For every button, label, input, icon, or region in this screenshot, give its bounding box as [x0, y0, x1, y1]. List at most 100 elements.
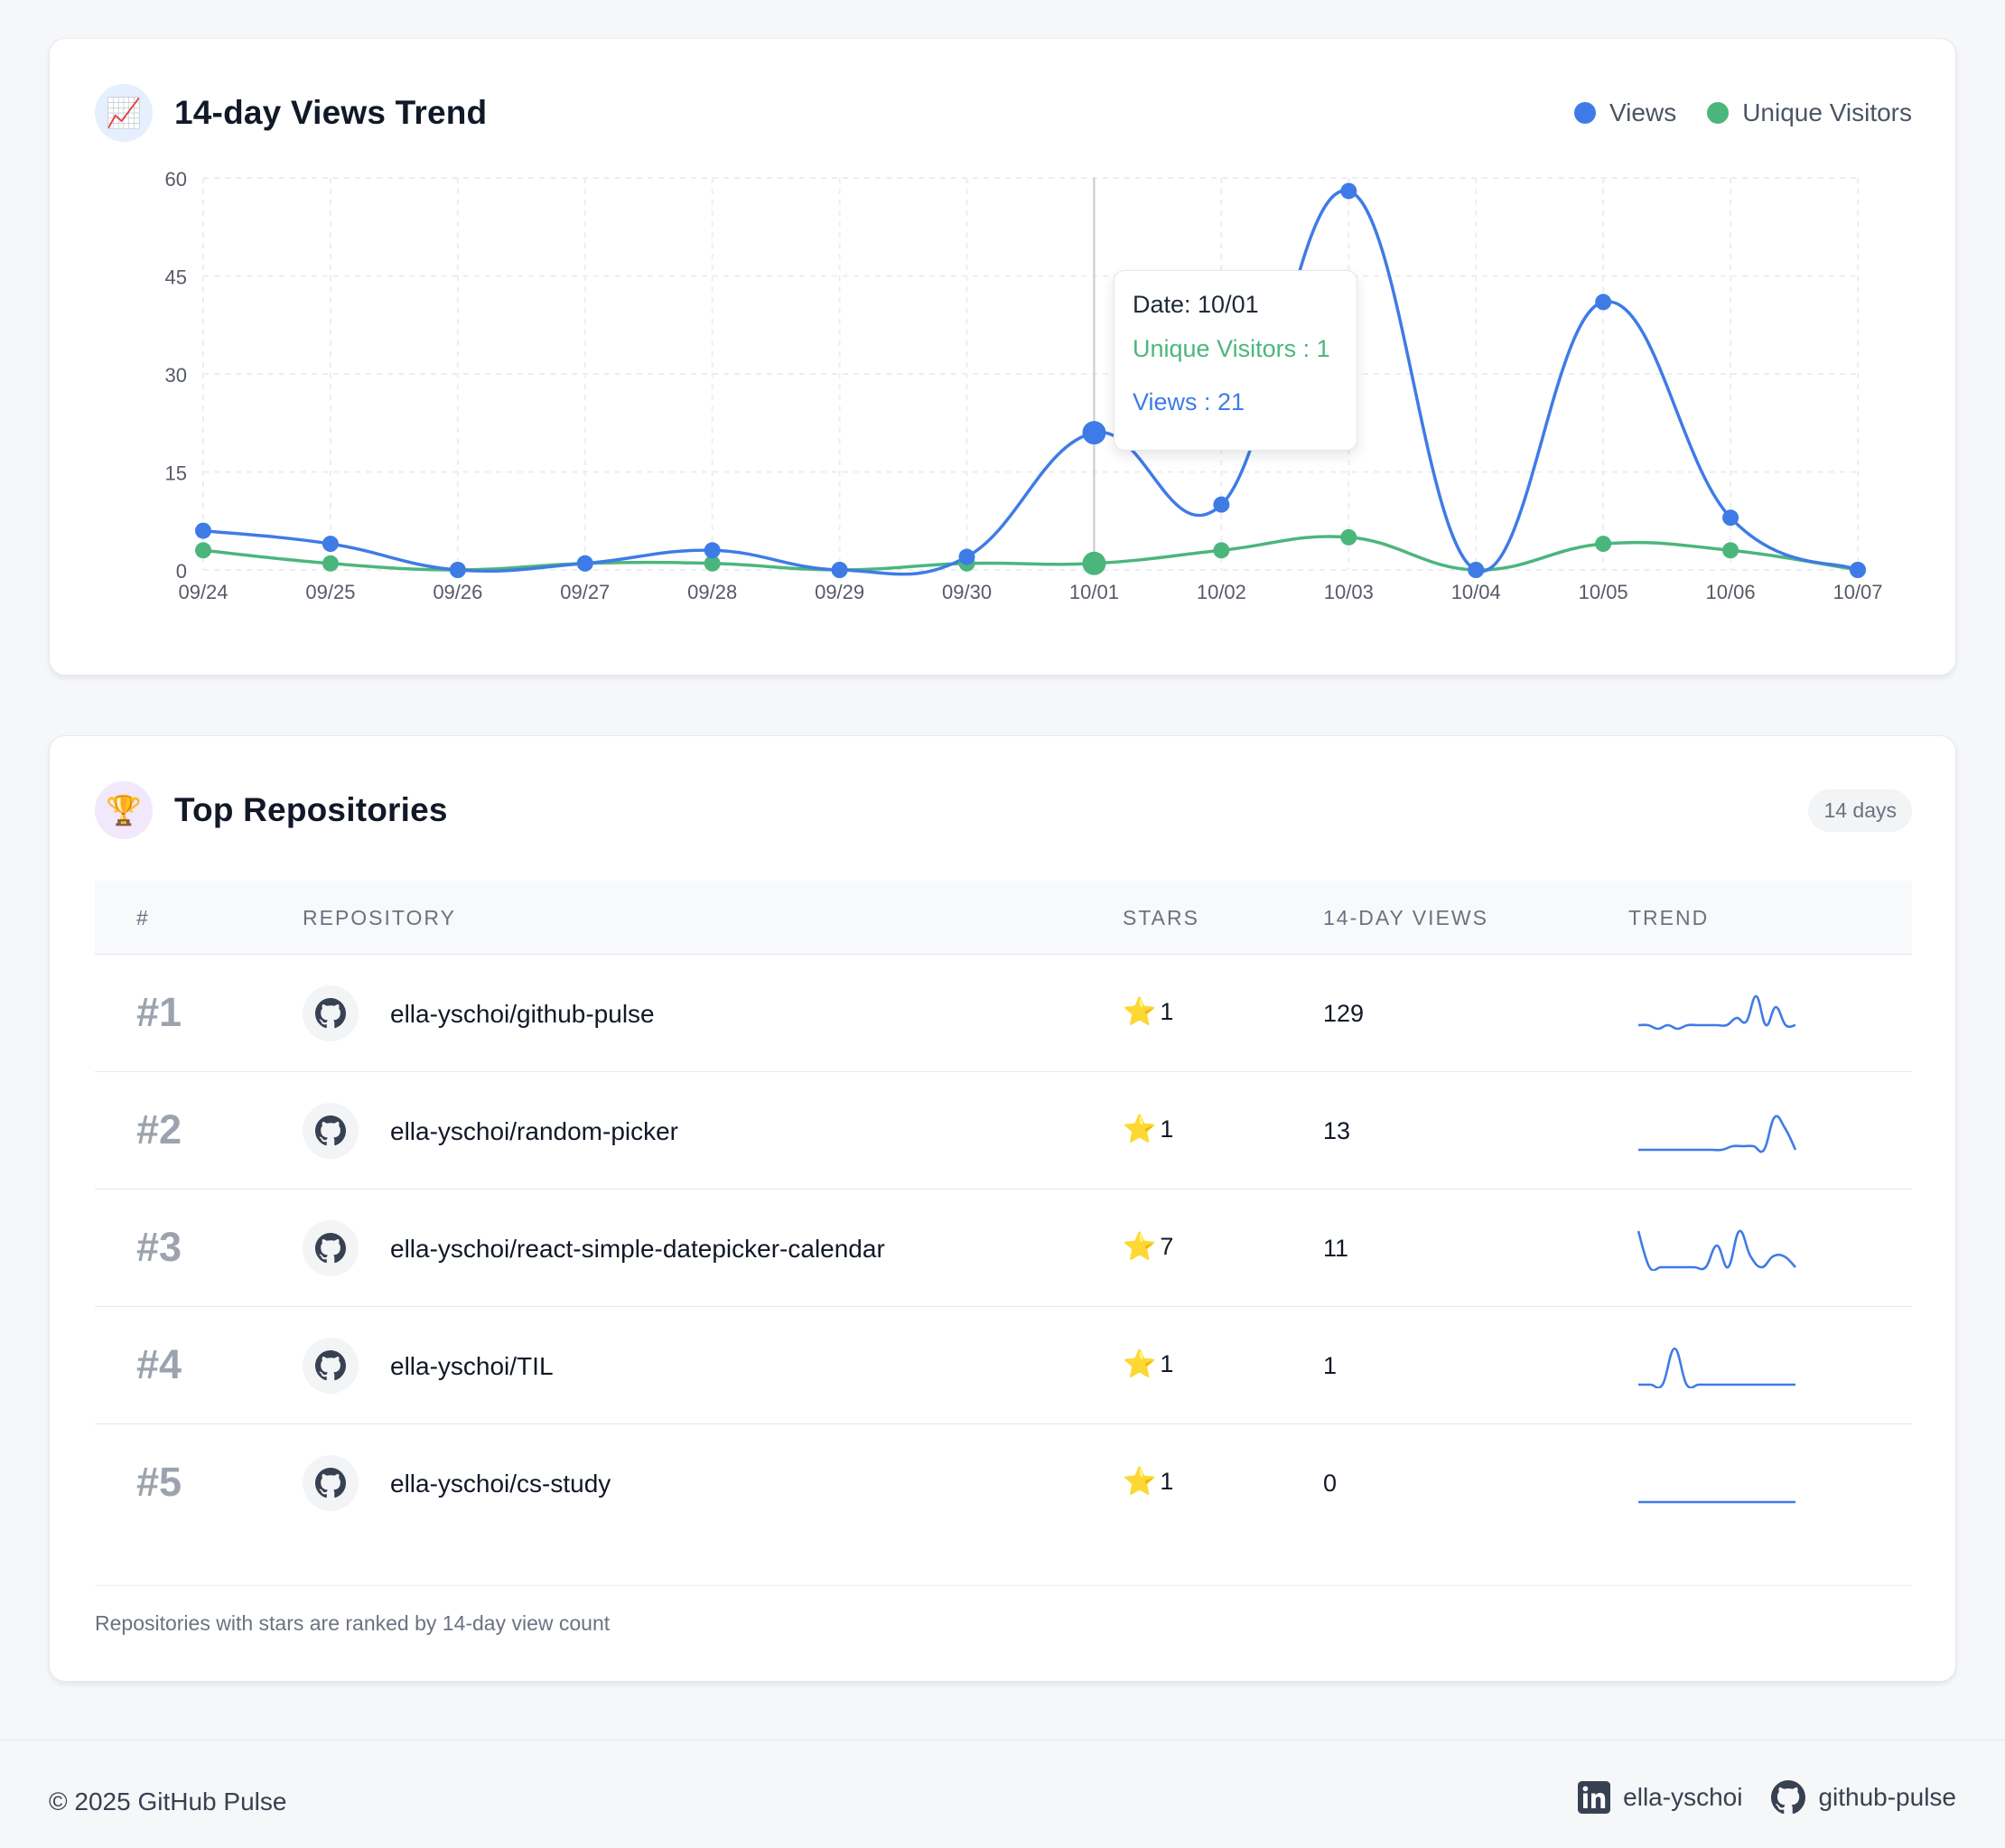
github-icon [1771, 1780, 1806, 1815]
x-tick-label: 09/25 [305, 581, 355, 603]
table-row[interactable]: #4 ella-yschoi/TIL ⭐ 1 1 [95, 1307, 1912, 1424]
table-row[interactable]: #2 ella-yschoi/random-picker ⭐ 1 13 [95, 1072, 1912, 1190]
star-icon: ⭐ [1123, 997, 1157, 1027]
tooltip-date: Date: 10/01 [1133, 291, 1259, 318]
period-badge: 14 days [1808, 789, 1912, 832]
y-tick-label: 15 [165, 462, 187, 485]
copyright-text: © 2025 GitHub Pulse [49, 1787, 287, 1815]
unique-visitors-point [1595, 536, 1612, 553]
repo-rank: #3 [136, 1224, 182, 1270]
repo-rank: #1 [136, 989, 182, 1035]
table-footer-note: Repositories with stars are ranked by 14… [95, 1585, 1912, 1636]
series-line-views [202, 189, 1859, 576]
star-icon: ⭐ [1123, 1349, 1157, 1379]
footer-links: ella-yschoi github-pulse [1549, 1780, 1956, 1815]
table-row[interactable]: #1 ella-yschoi/github-pulse ⭐ 1 129 [95, 955, 1912, 1072]
x-tick-label: 10/04 [1451, 581, 1501, 603]
repo-rank: #4 [136, 1341, 182, 1387]
repo-stars: ⭐ 7 [1123, 1231, 1173, 1263]
x-tick-label: 09/30 [942, 581, 992, 603]
views-trend-card: 0 15 30 45 60 09/24 09/25 09/26 09/27 09/28 09/29 0… [49, 38, 1956, 676]
repo-name-link[interactable]: ella-yschoi/TIL [390, 1352, 554, 1381]
linkedin-link[interactable]: ella-yschoi [1578, 1781, 1742, 1814]
repo-views: 129 [1323, 1000, 1365, 1027]
legend-item-views[interactable]: Views [1574, 98, 1676, 127]
unique-visitors-point [1722, 542, 1739, 559]
repo-stars: ⭐ 1 [1123, 1114, 1173, 1145]
sparkline-path [1637, 994, 1796, 1031]
views-point [1595, 294, 1612, 311]
repo-views: 0 [1323, 1470, 1338, 1497]
github-icon [303, 985, 359, 1041]
legend-item-unique-visitors[interactable]: Unique Visitors [1707, 98, 1912, 127]
legend-label-unique-visitors: Unique Visitors [1742, 98, 1912, 126]
repo-stars: ⭐ 1 [1123, 996, 1173, 1028]
column-header-trend: TREND [1628, 906, 1710, 929]
views-trend-header: 📈 14-day Views Trend Views Unique Visito… [95, 84, 1912, 142]
table-header: # REPOSITORY STARS 14-DAY VIEWS TREND [95, 881, 1912, 955]
x-tick-label: 10/07 [1832, 581, 1882, 603]
x-tick-label: 09/26 [433, 581, 482, 603]
repo-name-link[interactable]: ella-yschoi/random-picker [390, 1117, 678, 1146]
column-header-stars: STARS [1123, 906, 1199, 929]
chart-increasing-icon: 📈 [95, 84, 153, 142]
x-tick-label: 10/01 [1069, 581, 1119, 603]
top-repositories-title: Top Repositories [174, 791, 448, 828]
stars-count: 1 [1160, 1115, 1174, 1143]
chart-icon-glyph: 📈 [106, 97, 142, 129]
repo-rank: #5 [136, 1459, 182, 1505]
x-tick-label: 10/02 [1197, 581, 1246, 603]
repo-name-link[interactable]: ella-yschoi/github-pulse [390, 1000, 655, 1029]
trophy-icon: 🏆 [95, 781, 153, 839]
linkedin-label: ella-yschoi [1623, 1783, 1743, 1811]
column-header-views: 14-DAY VIEWS [1323, 906, 1488, 929]
trend-sparkline [1637, 1229, 1796, 1271]
x-tick-label: 09/27 [560, 581, 610, 603]
repo-name-link[interactable]: ella-yschoi/react-simple-datepicker-cale… [390, 1235, 885, 1264]
dashboard-page: 0 15 30 45 60 09/24 09/25 09/26 09/27 09/28 09/29 0… [0, 0, 2005, 1848]
repo-stars: ⭐ 1 [1123, 1349, 1173, 1380]
table-row[interactable]: #3 ella-yschoi/react-simple-datepicker-c… [95, 1190, 1912, 1307]
views-point [1850, 562, 1866, 578]
github-repo-link[interactable]: github-pulse [1771, 1780, 1956, 1815]
unique-visitors-point [1340, 528, 1357, 546]
y-tick-label: 60 [165, 168, 187, 191]
unique-visitors-point [1082, 551, 1106, 575]
trend-sparkline [1638, 1500, 1795, 1504]
repo-name-link[interactable]: ella-yschoi/cs-study [390, 1470, 611, 1498]
views-point [322, 536, 339, 553]
views-point [1468, 562, 1485, 578]
stars-count: 7 [1160, 1233, 1174, 1260]
top-repositories-header: 🏆 Top Repositories 14 days [95, 781, 1912, 839]
x-tick-label: 09/29 [815, 581, 864, 603]
unique-visitors-legend-dot [1707, 102, 1730, 124]
stars-count: 1 [1160, 1350, 1174, 1377]
y-tick-label: 0 [176, 560, 187, 583]
trophy-icon-glyph: 🏆 [106, 794, 142, 826]
sparkline-path [1638, 1347, 1795, 1388]
legend-label-views: Views [1609, 98, 1677, 126]
github-icon [303, 1220, 359, 1276]
top-repositories-card: 🏆 Top Repositories 14 days # REPOSITORY … [49, 735, 1956, 1682]
views-point [576, 555, 593, 572]
tooltip-views: Views : 21 [1133, 388, 1245, 415]
views-point [958, 548, 975, 565]
trend-sparkline [1637, 994, 1796, 1031]
github-icon [303, 1455, 359, 1511]
star-icon: ⭐ [1123, 1115, 1157, 1144]
star-icon: ⭐ [1123, 1467, 1157, 1497]
x-tick-label: 10/05 [1579, 581, 1628, 603]
table-row[interactable]: #5 ella-yschoi/cs-study ⭐ 1 0 [95, 1424, 1912, 1542]
views-point [195, 522, 211, 539]
column-header-repository: REPOSITORY [303, 906, 456, 929]
repositories-table: # REPOSITORY STARS 14-DAY VIEWS TREND #1… [95, 881, 1912, 1542]
repo-rank: #2 [136, 1106, 182, 1153]
column-header-rank: # [136, 906, 150, 929]
unique-visitors-point [1213, 542, 1230, 559]
linkedin-icon [1578, 1781, 1611, 1814]
unique-visitors-point [322, 555, 339, 572]
trend-sparkline [1638, 1347, 1795, 1388]
x-tick-label: 09/24 [178, 581, 228, 603]
github-icon [303, 1103, 359, 1159]
github-icon [303, 1338, 359, 1394]
